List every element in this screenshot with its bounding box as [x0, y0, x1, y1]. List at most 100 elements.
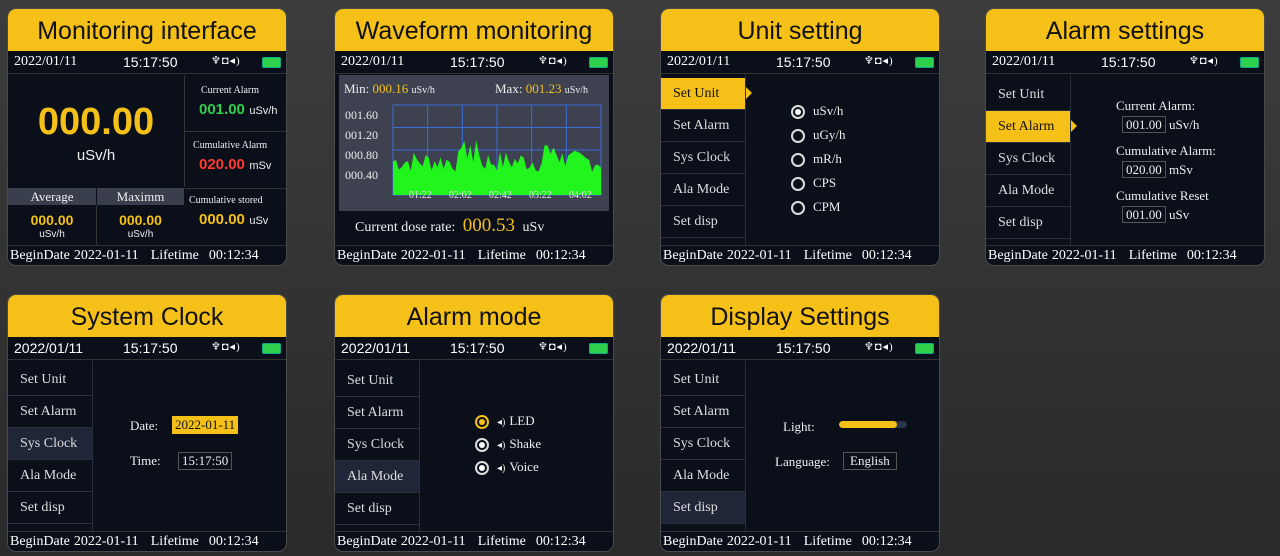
footer-lifetime-label: Lifetime: [150, 534, 199, 549]
x-tick-label: 02:02: [449, 190, 472, 201]
alarm-mode-option[interactable]: ◂) Voice: [475, 459, 541, 482]
current-alarm-label: Current Alarm:: [1116, 98, 1196, 113]
status-date: 2022/01/11: [341, 340, 411, 356]
waveform-chart: 001.60 001.20 000.80 000.40 01:22 02:02 02:42…: [345, 104, 602, 201]
status-bar: 2022/01/11 15:17:50 ♆◘◂): [8, 339, 286, 360]
menu-item-ala-mode[interactable]: Ala Mode: [661, 460, 745, 492]
cumulative-alarm-label: Cumulative Alarm: [193, 140, 268, 151]
cumulative-alarm-value[interactable]: 020.00: [1122, 161, 1166, 178]
unit-option[interactable]: uSv/h: [791, 103, 846, 127]
light-slider-fill: [839, 421, 897, 428]
status-date: 2022/01/11: [14, 54, 78, 69]
monitoring-card: Monitoring interface 2022/01/11 15:17:50…: [8, 9, 286, 265]
radio-icon: [791, 201, 805, 216]
menu-item-set-unit[interactable]: Set Unit: [661, 364, 745, 396]
menu-item-set-disp[interactable]: Set disp: [8, 492, 92, 524]
footer-lifetime-value: 00:12:34: [208, 248, 259, 263]
cumulative-stored-unit: uSv: [249, 215, 269, 227]
unit-options: uSv/h uGy/h mR/h CPS CPM: [791, 103, 846, 223]
cumulative-reset-row: 001.00 uSv: [1122, 206, 1189, 223]
display-settings-card: Display Settings 2022/01/11 15:17:50 ♆◘◂…: [661, 295, 939, 551]
footer: BeginDate 2022-01-11 Lifetime 00:12:34: [335, 531, 613, 551]
current-dose-label: Current dose rate:: [355, 220, 456, 235]
footer-begin-date: 2022-01-11: [1051, 248, 1117, 263]
menu-divider: [1070, 75, 1071, 245]
radio-selected-icon: [475, 438, 489, 453]
menu-item-set-disp[interactable]: Set disp: [335, 493, 419, 525]
language-select[interactable]: English: [843, 452, 897, 470]
menu-item-sys-clock[interactable]: Sys Clock: [335, 429, 419, 461]
alarm-mode-option[interactable]: ◂) Shake: [475, 436, 541, 459]
footer-lifetime-value: 00:12:34: [208, 534, 259, 549]
current-alarm-unit: uSv/h: [1169, 117, 1200, 132]
menu-item-ala-mode[interactable]: Ala Mode: [986, 175, 1070, 207]
menu-item-set-alarm[interactable]: Set Alarm: [8, 396, 92, 428]
cumulative-alarm-label: Cumulative Alarm:: [1116, 143, 1217, 158]
alarm-mode-option[interactable]: ◂) LED: [475, 413, 541, 436]
unit-option[interactable]: mR/h: [791, 151, 846, 175]
language-label: Language:: [775, 454, 830, 469]
card-title: Alarm settings: [986, 9, 1264, 51]
unit-option[interactable]: uGy/h: [791, 127, 846, 151]
radio-selected-icon: [791, 105, 805, 120]
x-tick-label: 04:02: [569, 190, 592, 201]
status-date: 2022/01/11: [341, 54, 405, 69]
status-date: 2022/01/11: [992, 54, 1056, 69]
radio-icon: [791, 177, 805, 192]
time-field[interactable]: 15:17:50: [178, 452, 233, 470]
menu-item-set-alarm[interactable]: Set Alarm: [661, 110, 745, 142]
menu-item-ala-mode[interactable]: Ala Mode: [8, 460, 92, 492]
footer-lifetime-label: Lifetime: [150, 248, 199, 263]
dose-rate-value: 000.00: [37, 101, 155, 143]
unit-option[interactable]: CPS: [791, 175, 846, 199]
light-slider[interactable]: [839, 421, 907, 428]
dose-rate-panel: 000.00 uSv/h: [8, 75, 185, 187]
footer-begin-label: BeginDate: [10, 248, 70, 263]
menu-item-set-disp[interactable]: Set disp: [986, 207, 1070, 239]
unit-option[interactable]: CPM: [791, 199, 846, 223]
status-icons: ♆◘◂): [211, 55, 241, 67]
menu-item-set-disp[interactable]: Set disp: [661, 206, 745, 238]
menu-item-set-disp[interactable]: Set disp: [661, 492, 745, 524]
cumulative-stored-value-row: 000.00 uSv: [199, 211, 268, 229]
battery-icon: [262, 57, 281, 68]
menu-item-sys-clock[interactable]: Sys Clock: [986, 143, 1070, 175]
status-time: 15:17:50: [1101, 54, 1156, 70]
menu-item-set-unit[interactable]: Set Unit: [8, 364, 92, 396]
date-label: Date:: [130, 418, 159, 433]
menu-item-set-unit[interactable]: Set Unit: [661, 78, 752, 110]
speaker-icon: ◂): [497, 417, 506, 428]
current-dose-unit: uSv: [522, 220, 545, 235]
current-alarm-unit: uSv/h: [249, 105, 278, 117]
y-tick-label: 000.40: [345, 168, 378, 182]
system-clock-card: System Clock 2022/01/11 15:17:50 ♆◘◂) Se…: [8, 295, 286, 551]
cumulative-alarm-unit: mSv: [1169, 162, 1193, 177]
battery-icon: [262, 343, 281, 354]
footer-begin-label: BeginDate: [337, 248, 397, 263]
cumulative-reset-value[interactable]: 001.00: [1122, 206, 1166, 223]
menu-divider: [419, 361, 420, 531]
menu-item-ala-mode[interactable]: Ala Mode: [335, 461, 419, 493]
x-tick-label: 03:22: [529, 190, 552, 201]
menu-item-set-alarm[interactable]: Set Alarm: [986, 111, 1077, 143]
menu-item-sys-clock[interactable]: Sys Clock: [8, 428, 92, 460]
cumulative-alarm-value-row: 020.00 mSv: [199, 156, 271, 174]
menu-item-set-unit[interactable]: Set Unit: [335, 365, 419, 397]
radio-selected-icon: [475, 415, 489, 430]
alarm-mode-card: Alarm mode 2022/01/11 15:17:50 ♆◘◂) Set …: [335, 295, 613, 551]
battery-icon: [589, 343, 608, 354]
current-alarm-value[interactable]: 001.00: [1122, 116, 1166, 133]
menu-item-set-alarm[interactable]: Set Alarm: [335, 397, 419, 429]
date-field[interactable]: 2022-01-11: [172, 416, 239, 434]
menu-item-set-alarm[interactable]: Set Alarm: [661, 396, 745, 428]
card-title: Monitoring interface: [8, 9, 286, 51]
menu-item-sys-clock[interactable]: Sys Clock: [661, 428, 745, 460]
footer-lifetime-value: 00:12:34: [861, 534, 912, 549]
footer-begin-date: 2022-01-11: [73, 534, 139, 549]
footer-begin-label: BeginDate: [10, 534, 70, 549]
menu-item-set-unit[interactable]: Set Unit: [986, 79, 1070, 111]
menu-item-sys-clock[interactable]: Sys Clock: [661, 142, 745, 174]
menu-item-ala-mode[interactable]: Ala Mode: [661, 174, 745, 206]
card-title: Unit setting: [661, 9, 939, 51]
footer-lifetime-label: Lifetime: [477, 248, 526, 263]
